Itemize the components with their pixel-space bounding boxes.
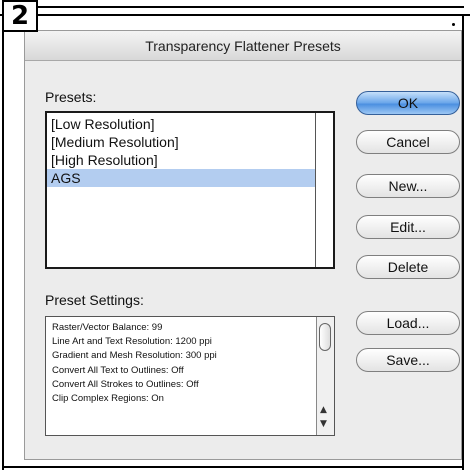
preset-item-ags[interactable]: AGS [47,169,315,187]
presets-list[interactable]: [Low Resolution] [Medium Resolution] [Hi… [45,111,335,269]
step-badge-rule [38,6,464,8]
new-button[interactable]: New... [356,174,460,198]
presets-label: Presets: [45,89,97,105]
figure-frame-bottom [2,466,464,468]
preset-item-high-resolution[interactable]: [High Resolution] [47,151,315,169]
setting-convert-text-outlines: Convert All Text to Outlines: Off [52,364,184,376]
presets-scrollbar[interactable] [315,113,333,267]
load-button[interactable]: Load... [356,311,460,335]
dialog-title: Transparency Flattener Presets [145,38,341,54]
scroll-thumb[interactable] [319,323,331,351]
corner-dot [452,23,455,26]
figure-frame-top [0,14,470,16]
setting-convert-strokes-outlines: Convert All Strokes to Outlines: Off [52,378,199,390]
preset-item-medium-resolution[interactable]: [Medium Resolution] [47,133,315,151]
preset-item-low-resolution[interactable]: [Low Resolution] [47,115,315,133]
figure-frame-right [462,14,464,470]
preset-settings-label: Preset Settings: [45,292,144,308]
delete-button[interactable]: Delete [356,255,460,279]
preset-settings-lines: Raster/Vector Balance: 99 Line Art and T… [52,321,312,406]
scroll-down-arrow-icon[interactable]: ▼ [320,419,327,429]
preset-settings-scrollbar[interactable]: ▲ ▼ [316,317,334,435]
setting-line-art-resolution: Line Art and Text Resolution: 1200 ppi [52,336,212,348]
setting-raster-vector-balance: Raster/Vector Balance: 99 [52,322,163,333]
step-number-badge: 2 [2,0,38,32]
scroll-up-arrow-icon[interactable]: ▲ [320,405,327,415]
ok-button[interactable]: OK [356,91,460,115]
setting-gradient-mesh-resolution: Gradient and Mesh Resolution: 300 ppi [52,350,217,362]
dialog-titlebar[interactable]: Transparency Flattener Presets [25,23,461,61]
cancel-button[interactable]: Cancel [356,130,460,154]
presets-list-items: [Low Resolution] [Medium Resolution] [Hi… [47,115,315,187]
preset-settings-box: Raster/Vector Balance: 99 Line Art and T… [45,316,335,436]
figure-frame-left [2,0,4,470]
transparency-flattener-presets-dialog: Transparency Flattener Presets Presets: … [24,23,462,460]
save-button[interactable]: Save... [356,348,460,372]
setting-clip-complex-regions: Clip Complex Regions: On [52,392,164,404]
edit-button[interactable]: Edit... [356,215,460,239]
